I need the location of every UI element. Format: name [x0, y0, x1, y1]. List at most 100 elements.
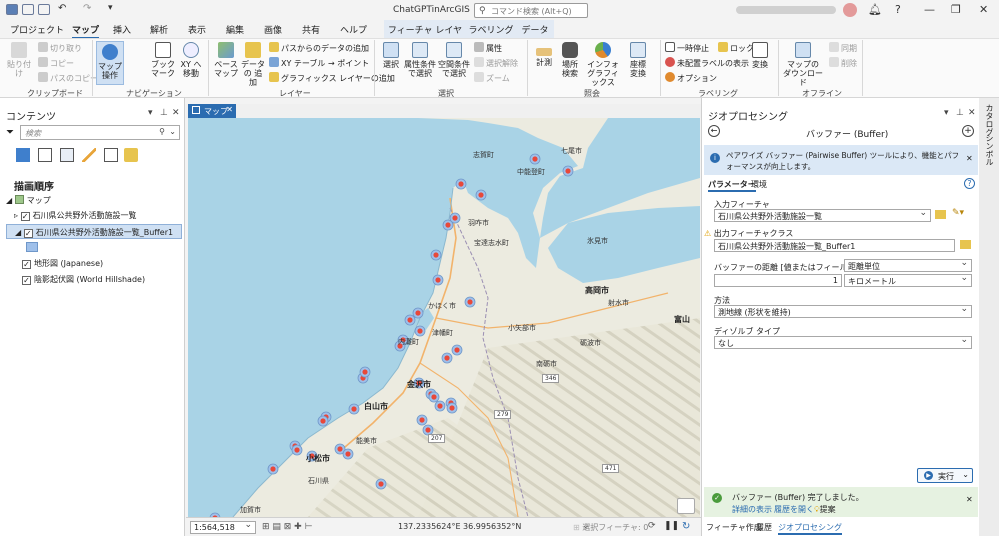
convert-coordinates-button[interactable]: 座標 変換	[626, 42, 650, 78]
tab-data[interactable]: データ	[516, 20, 554, 38]
suggestion-link[interactable]: 💡︎提案	[814, 504, 836, 515]
output-feature-class-field[interactable]: 石川県公共野外活動施設一覧_Buffer1	[714, 239, 955, 252]
tab-project[interactable]: プロジェクト	[10, 23, 64, 36]
dissolve-type-select[interactable]: なし	[714, 336, 972, 349]
convert-labels-button[interactable]: 変換	[748, 42, 772, 69]
view-details-link[interactable]: 詳細の表示	[732, 504, 772, 515]
facility-point[interactable]	[454, 347, 460, 353]
back-icon[interactable]: ←	[708, 125, 720, 137]
facility-point[interactable]	[478, 192, 484, 198]
input-features-select[interactable]: 石川県公共野外活動施設一覧	[714, 209, 931, 222]
show-unplaced-labels-button[interactable]: 未配置ラベルの表示	[665, 57, 749, 68]
locate-button[interactable]: 場所 検索	[557, 42, 583, 78]
dismiss-icon[interactable]: ✕	[966, 495, 973, 504]
tab-catalog[interactable]: カタログ	[984, 104, 995, 136]
labeling-icon[interactable]	[124, 148, 138, 162]
tab-help[interactable]: ヘルプ	[340, 23, 367, 36]
save-icon[interactable]	[38, 4, 50, 15]
sync-button[interactable]: 同期	[829, 42, 857, 53]
tab-create-features[interactable]: フィーチャ作成	[706, 522, 762, 533]
select-by-location-button[interactable]: 空間条件 で選択	[438, 42, 470, 78]
tab-environments[interactable]: 環境	[751, 179, 767, 190]
maximize-icon[interactable]: ❐	[951, 3, 961, 16]
goto-xy-button[interactable]: XY へ移動	[178, 42, 204, 78]
minimize-icon[interactable]: —	[924, 3, 935, 16]
pane-options-icon[interactable]: ▾	[148, 108, 153, 118]
facility-point[interactable]	[425, 427, 431, 433]
tab-labeling[interactable]: ラベリング	[466, 20, 516, 38]
folder-icon[interactable]	[960, 240, 971, 249]
close-tab-icon[interactable]: ✕	[226, 105, 233, 114]
filter-icon[interactable]: ⏷	[6, 127, 14, 138]
facility-point[interactable]	[565, 168, 571, 174]
avatar[interactable]	[843, 3, 857, 17]
qa-customize-icon[interactable]: ▾	[108, 3, 113, 13]
infographics-button[interactable]: インフォ グラフィックス	[584, 42, 622, 87]
close-pane-icon[interactable]: ✕	[968, 108, 976, 118]
tab-imagery[interactable]: 画像	[264, 23, 282, 36]
facility-point[interactable]	[467, 299, 473, 305]
layer-checkbox[interactable]: ✓	[23, 229, 33, 238]
facility-point[interactable]	[433, 252, 439, 258]
facility-point[interactable]	[351, 406, 357, 412]
tab-geoprocessing[interactable]: ジオプロセシング	[778, 522, 842, 535]
notification-icon[interactable]: 🔔︎	[868, 3, 882, 16]
refresh-icon[interactable]: ⟳	[648, 521, 656, 531]
basemap-button[interactable]: ベース マップ	[212, 42, 240, 78]
map-view[interactable]: 志賀町 七尾市 中能登町 羽咋市 宝達志水町 氷見市 高岡市 射水市 かほく市 …	[188, 118, 700, 517]
toc-layer-buffer[interactable]: ◢ ✓ 石川県公共野外活動施設一覧_Buffer1	[6, 224, 182, 239]
add-data-button[interactable]: データの 追加	[240, 42, 266, 87]
paste-button[interactable]: 貼り付け	[5, 42, 33, 78]
zoom-to-selection-button[interactable]: ズーム	[474, 72, 510, 83]
facility-point[interactable]	[417, 328, 423, 334]
facility-point[interactable]	[378, 481, 384, 487]
facility-point[interactable]	[431, 394, 437, 400]
toc-layer-hillshade[interactable]: ✓ 陰影起伏図 (World Hillshade)	[22, 274, 145, 285]
command-search-input[interactable]: ⚲ コマンド検索 (Alt+Q)	[474, 3, 588, 18]
distance-value-input[interactable]: 1	[714, 274, 842, 287]
distance-type-select[interactable]: 距離単位	[844, 259, 972, 272]
help-icon[interactable]: ?	[964, 178, 975, 189]
facility-point[interactable]	[458, 181, 464, 187]
layer-checkbox[interactable]: ✓	[22, 276, 31, 285]
pin-icon[interactable]: ⊥	[956, 108, 964, 118]
snapping-icon[interactable]	[104, 148, 118, 162]
pause-drawing-icon[interactable]: ❚❚	[664, 521, 679, 531]
bookmark-button[interactable]: ブック マーク	[150, 42, 176, 78]
toc-layer-facilities[interactable]: ▹ ✓ 石川県公共野外活動施設一覧	[14, 210, 137, 221]
tab-edit[interactable]: 編集	[226, 23, 244, 36]
labeling-options-button[interactable]: オプション	[665, 72, 717, 83]
facility-point[interactable]	[345, 451, 351, 457]
facility-point[interactable]	[419, 417, 425, 423]
tab-analysis[interactable]: 解析	[150, 23, 168, 36]
folder-icon[interactable]	[935, 210, 946, 219]
map-tools-icon[interactable]: ⊞ ▤ ⊠ ✚ ⊢	[262, 522, 312, 532]
close-pane-icon[interactable]: ✕	[172, 108, 180, 118]
help-icon[interactable]: ?	[895, 3, 901, 16]
tab-map[interactable]: マップ	[72, 23, 100, 39]
layer-checkbox[interactable]: ✓	[22, 260, 31, 269]
facility-point[interactable]	[270, 466, 276, 472]
undo-icon[interactable]: ↶	[58, 3, 66, 14]
edit-features-icon[interactable]: ✎▾	[952, 208, 964, 218]
attributes-button[interactable]: 属性	[474, 42, 502, 53]
select-button[interactable]: 選択	[378, 42, 404, 69]
map-navigator-icon[interactable]	[677, 498, 695, 514]
add-data-from-path-button[interactable]: パスからのデータの追加	[269, 42, 369, 53]
facility-point[interactable]	[415, 310, 421, 316]
buffer-symbol-swatch[interactable]	[26, 242, 38, 252]
toc-layer-topographic[interactable]: ✓ 地形図 (Japanese)	[22, 258, 103, 269]
refresh-map-icon[interactable]: ↻	[682, 521, 690, 532]
pin-icon[interactable]: ⊥	[160, 108, 168, 118]
xy-to-point-button[interactable]: XY テーブル → ポイント	[269, 57, 369, 68]
contents-search-input[interactable]: 検索 ⚲ ⌄	[20, 125, 180, 140]
selection-icon[interactable]	[60, 148, 74, 162]
tab-share[interactable]: 共有	[302, 23, 320, 36]
open-history-link[interactable]: 履歴を開く	[774, 504, 814, 515]
tab-history[interactable]: 履歴	[756, 522, 772, 533]
new-project-icon[interactable]	[22, 4, 34, 15]
close-icon[interactable]: ✕	[979, 3, 988, 16]
distance-unit-select[interactable]: キロメートル	[844, 274, 972, 287]
facility-point[interactable]	[449, 405, 455, 411]
clear-selection-button[interactable]: 選択解除	[474, 57, 518, 68]
